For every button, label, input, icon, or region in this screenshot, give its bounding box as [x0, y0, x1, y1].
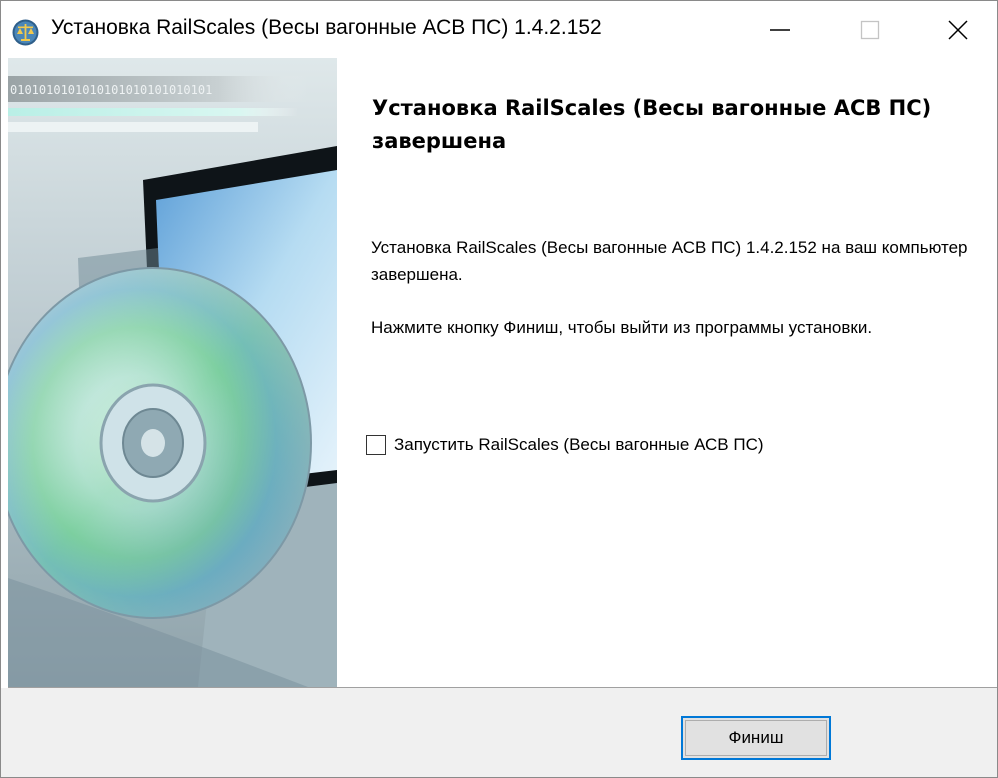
- close-button[interactable]: [927, 1, 989, 59]
- close-icon: [948, 20, 968, 40]
- finish-button[interactable]: Финиш: [681, 716, 831, 760]
- maximize-icon: [860, 20, 880, 40]
- page-title: Установка RailScales (Весы вагонные АСВ …: [372, 96, 932, 153]
- launch-app-option[interactable]: Запустить RailScales (Весы вагонные АСВ …: [366, 432, 764, 458]
- footer-bar: Финиш: [1, 688, 997, 777]
- title-bar[interactable]: Установка RailScales (Весы вагонные АСВ …: [1, 1, 997, 59]
- scales-app-icon: [12, 19, 39, 46]
- finish-button-label: Финиш: [728, 728, 784, 747]
- minimize-button[interactable]: [749, 1, 811, 59]
- completion-message: Установка RailScales (Весы вагонные АСВ …: [371, 238, 968, 284]
- cd-monitor-illustration: 0101010101010101010101010101: [8, 58, 337, 687]
- installer-window: Установка RailScales (Весы вагонные АСВ …: [0, 0, 998, 778]
- minimize-icon: [770, 29, 790, 31]
- launch-app-checkbox[interactable]: [366, 435, 386, 455]
- finish-instruction: Нажмите кнопку Финиш, чтобы выйти из про…: [371, 318, 873, 337]
- binary-strip-text: 0101010101010101010101010101: [10, 83, 212, 97]
- maximize-button[interactable]: [839, 1, 901, 59]
- window-title: Установка RailScales (Весы вагонные АСВ …: [51, 16, 602, 39]
- launch-app-label[interactable]: Запустить RailScales (Весы вагонные АСВ …: [394, 435, 764, 455]
- wizard-banner-image: 0101010101010101010101010101: [8, 58, 337, 687]
- content-panel: Установка RailScales (Весы вагонные АСВ …: [337, 59, 997, 687]
